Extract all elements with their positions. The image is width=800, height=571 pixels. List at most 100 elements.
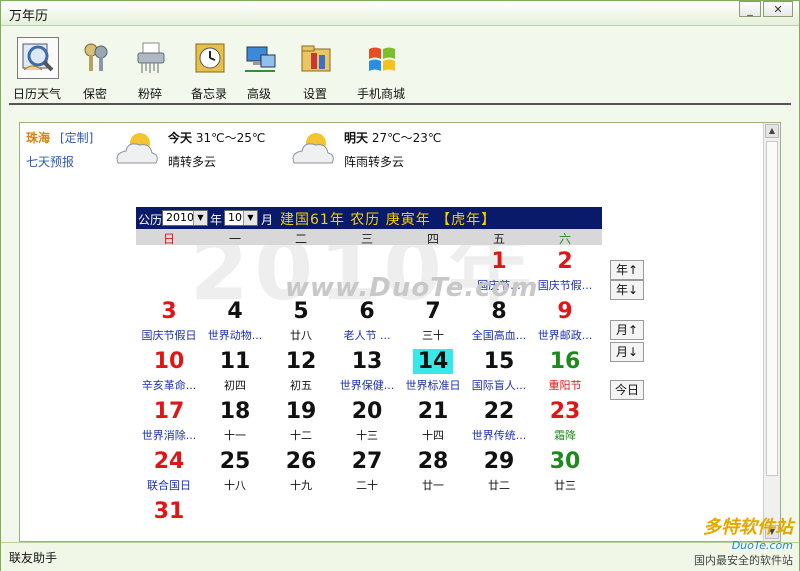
calendar-day-cell[interactable]: 21 十四: [400, 395, 466, 445]
day-number: 26: [285, 449, 317, 474]
scroll-thumb[interactable]: [766, 141, 778, 476]
close-button[interactable]: ✕: [763, 1, 793, 17]
year-select[interactable]: 2010 ▼: [162, 210, 208, 226]
day-subtitle: 十三: [356, 429, 378, 442]
tool-shred[interactable]: 粉碎: [122, 33, 178, 103]
calendar-day-cell[interactable]: 4 世界动物...: [202, 295, 268, 345]
day-subtitle: 世界传统...: [471, 429, 527, 442]
day-number: 4: [227, 299, 243, 324]
shredder-icon: [137, 42, 165, 73]
calendar-day-cell[interactable]: 29 廿二: [466, 445, 532, 495]
day-subtitle: 初五: [290, 379, 312, 392]
day-number: 18: [219, 399, 251, 424]
lunar-year-info: 建国61年 农历 庚寅年 【虎年】: [280, 212, 497, 228]
calendar-day-cell[interactable]: 18 十一: [202, 395, 268, 445]
calendar-day-cell[interactable]: 10 辛亥革命...: [136, 345, 202, 395]
tool-mobile-store[interactable]: 手机商城: [349, 33, 413, 103]
network-computer-icon: [245, 46, 276, 72]
calendar-day-cell[interactable]: 12 初五: [268, 345, 334, 395]
calendar-day-cell[interactable]: 13 世界保健...: [334, 345, 400, 395]
day-subtitle: 辛亥革命...: [141, 379, 197, 392]
day-subtitle: 世界保健...: [339, 379, 395, 392]
calendar-day-cell[interactable]: 16 重阳节: [532, 345, 598, 395]
calendar-header-bar: 公历 2010 ▼ 年 10 ▼ 月 建国61年 农历 庚寅年 【虎年】: [136, 207, 602, 229]
month-select[interactable]: 10 ▼: [224, 210, 258, 226]
app-window: 万年历 _ ✕ 日历天气 保密 粉碎 备忘录 高级 设置 手机商城 珠海 [定制…: [0, 0, 800, 571]
day-subtitle: 廿三: [554, 479, 576, 492]
calendar-day-cell[interactable]: 26 十九: [268, 445, 334, 495]
day-number: 31: [153, 499, 185, 524]
day-number: 22: [483, 399, 515, 424]
day-number: 14: [413, 349, 453, 374]
city-name: 珠海: [26, 131, 51, 145]
tool-label: 手机商城: [356, 87, 405, 101]
day-number: 11: [219, 349, 251, 374]
tool-advanced[interactable]: 高级: [231, 33, 287, 103]
calendar-day-cell[interactable]: 28 廿一: [400, 445, 466, 495]
day-number: 16: [549, 349, 581, 374]
calendar-day-cell[interactable]: 23 霜降: [532, 395, 598, 445]
calendar-day-cell[interactable]: 30 廿三: [532, 445, 598, 495]
tool-calendar-weather[interactable]: 日历天气: [9, 33, 65, 103]
day-number: 25: [219, 449, 251, 474]
day-number: 20: [351, 399, 383, 424]
tool-label: 保密: [82, 87, 107, 101]
month-down-button[interactable]: 月↓: [610, 342, 644, 362]
calendar-day-cell[interactable]: 24 联合国日: [136, 445, 202, 495]
brand-url: DuoTe.com: [731, 539, 793, 552]
tool-settings[interactable]: 设置: [287, 33, 343, 103]
day-subtitle: 廿一: [422, 479, 444, 492]
window-title: 万年历: [9, 9, 49, 24]
day-number: 24: [153, 449, 185, 474]
day-number: 2: [557, 249, 573, 274]
today-weather-desc: 晴转多云: [168, 155, 217, 169]
tool-label: 备忘录: [190, 87, 227, 101]
calendar-day-cell[interactable]: 11 初四: [202, 345, 268, 395]
customize-link[interactable]: [定制]: [60, 129, 93, 146]
status-text: 联友助手: [9, 551, 58, 565]
year-up-button[interactable]: 年↑: [610, 260, 644, 280]
day-subtitle: 国际盲人...: [471, 379, 527, 392]
brand-slogan: 国内最安全的软件站: [694, 554, 793, 567]
day-subtitle: 三十: [422, 329, 444, 342]
month-up-button[interactable]: 月↑: [610, 320, 644, 340]
day-number: 15: [483, 349, 515, 374]
brand-name: 多特软件站: [703, 517, 793, 538]
calendar-day-cell[interactable]: 20 十三: [334, 395, 400, 445]
day-number: 27: [351, 449, 383, 474]
day-number: 12: [285, 349, 317, 374]
calendar-day-cell[interactable]: 19 十二: [268, 395, 334, 445]
calendar-day-cell[interactable]: 15 国际盲人...: [466, 345, 532, 395]
seven-day-forecast-link[interactable]: 七天预报: [26, 153, 74, 170]
calendar-day-cell[interactable]: 17 世界消除...: [136, 395, 202, 445]
tool-memo[interactable]: 备忘录: [181, 33, 237, 103]
calendar-day-cell[interactable]: 14 世界标准日: [400, 345, 466, 395]
day-subtitle: 廿二: [488, 479, 510, 492]
day-subtitle: 霜降: [554, 429, 576, 442]
toolbar: 日历天气 保密 粉碎 备忘录 高级 设置 手机商城: [9, 33, 791, 105]
calendar-day-cell[interactable]: 2 国庆节假...: [532, 245, 598, 295]
year-down-button[interactable]: 年↓: [610, 280, 644, 300]
calendar-day-cell[interactable]: 22 世界传统...: [466, 395, 532, 445]
day-subtitle: 世界标准日: [405, 379, 461, 392]
calendar-day-cell[interactable]: 31: [136, 495, 202, 545]
calendar-day-cell[interactable]: 25 十八: [202, 445, 268, 495]
day-number: 30: [549, 449, 581, 474]
windows-logo-icon: [369, 47, 395, 71]
day-subtitle: 十一: [224, 429, 246, 442]
title-bar: 万年历 _ ✕: [1, 1, 799, 26]
calendar-day-cell[interactable]: 3 国庆节假日: [136, 295, 202, 345]
settings-folder-icon: [301, 45, 331, 72]
year-unit: 年: [210, 213, 223, 227]
tool-label: 粉碎: [137, 87, 162, 101]
tool-secret[interactable]: 保密: [67, 33, 123, 103]
minimize-button[interactable]: _: [739, 1, 761, 17]
calendar-day-cell[interactable]: 9 世界邮政...: [532, 295, 598, 345]
calendar-day-cell[interactable]: 27 二十: [334, 445, 400, 495]
main-panel: 珠海 [定制] 七天预报 今天 31℃～25℃ 晴转多云 明天 27℃～23℃ …: [19, 122, 781, 542]
day-number: 17: [153, 399, 185, 424]
scroll-up-icon[interactable]: ▲: [765, 124, 779, 138]
today-button[interactable]: 今日: [610, 380, 644, 400]
partly-cloudy-icon: [292, 133, 334, 164]
vertical-scrollbar[interactable]: ▲ ▼: [763, 123, 780, 541]
